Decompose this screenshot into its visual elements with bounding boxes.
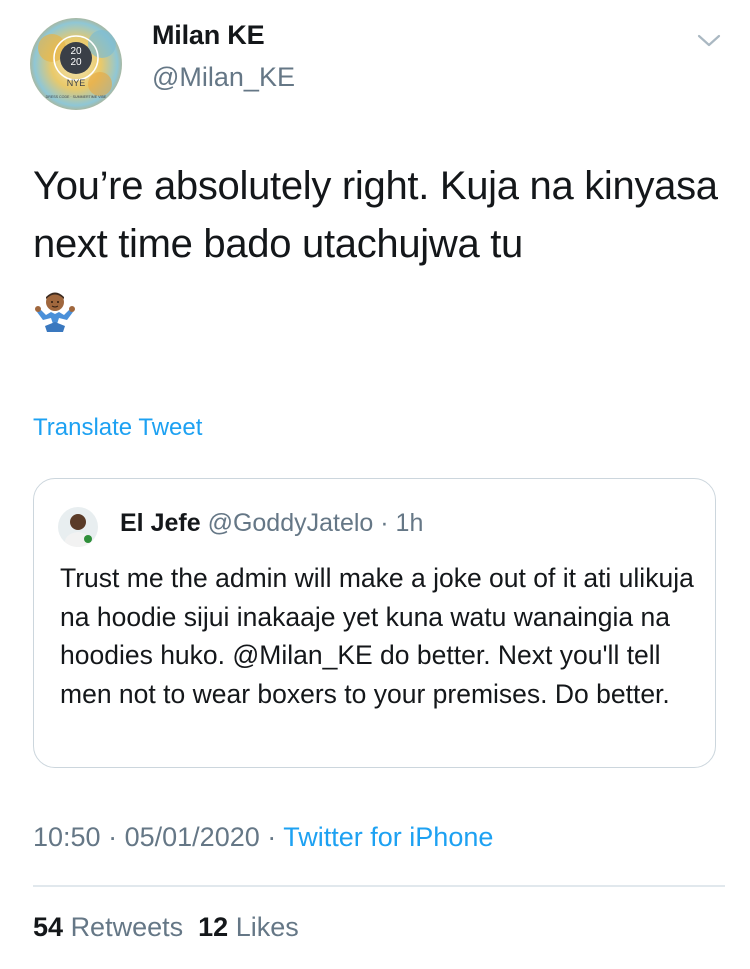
author-handle[interactable]: @Milan_KE xyxy=(152,62,295,93)
quoted-tweet-text: Trust me the admin will make a joke out … xyxy=(60,563,694,709)
quoted-author-avatar[interactable] xyxy=(58,507,98,547)
tweet-text: You’re absolutely right. Kuja na kinyasa… xyxy=(33,164,718,266)
divider xyxy=(33,885,725,887)
likes-stat[interactable]: 12 Likes xyxy=(198,912,299,942)
quoted-tweet-card[interactable]: El Jefe @GoddyJatelo · 1h Trust me the a… xyxy=(33,478,716,768)
tweet-stats: 54 Retweets 12 Likes xyxy=(33,912,299,943)
meta-separator-1: · xyxy=(108,822,118,852)
tweet-source-link[interactable]: Twitter for iPhone xyxy=(283,822,493,852)
tweet-metadata: 10:50 · 05/01/2020 · Twitter for iPhone xyxy=(33,822,493,853)
translate-tweet-link[interactable]: Translate Tweet xyxy=(33,414,202,442)
avatar-year-bottom: 20 xyxy=(70,57,82,68)
quoted-author-name[interactable]: El Jefe xyxy=(120,509,201,537)
author-avatar[interactable]: 20 20 NYE DRESS CODE · SUMMERTIME VIBE xyxy=(30,18,122,110)
retweets-count: 54 xyxy=(33,912,64,942)
retweets-stat[interactable]: 54 Retweets xyxy=(33,912,183,942)
quoted-avatar-image xyxy=(58,507,98,547)
quoted-separator: · xyxy=(380,509,389,537)
chevron-down-icon[interactable] xyxy=(696,32,722,50)
tweet-date: 05/01/2020 xyxy=(124,822,260,852)
retweets-label: Retweets xyxy=(70,912,184,942)
quoted-tweet-header: El Jefe @GoddyJatelo · 1h xyxy=(120,509,423,538)
shrug-emoji-icon xyxy=(35,292,75,332)
tweet-header: 20 20 NYE DRESS CODE · SUMMERTIME VIBE M… xyxy=(30,18,730,113)
likes-count: 12 xyxy=(198,912,229,942)
avatar-year-top: 20 xyxy=(70,46,82,57)
quoted-author-handle[interactable]: @GoddyJatelo xyxy=(208,509,374,537)
avatar-event: NYE xyxy=(67,78,86,88)
quoted-timestamp[interactable]: 1h xyxy=(396,509,424,537)
likes-label: Likes xyxy=(235,912,299,942)
avatar-image: 20 20 NYE DRESS CODE · SUMMERTIME VIBE xyxy=(30,18,122,110)
meta-separator-2: · xyxy=(267,822,277,852)
author-name[interactable]: Milan KE xyxy=(152,20,265,51)
tweet-time: 10:50 xyxy=(33,822,101,852)
avatar-dress-code: DRESS CODE · SUMMERTIME VIBE xyxy=(46,95,107,99)
